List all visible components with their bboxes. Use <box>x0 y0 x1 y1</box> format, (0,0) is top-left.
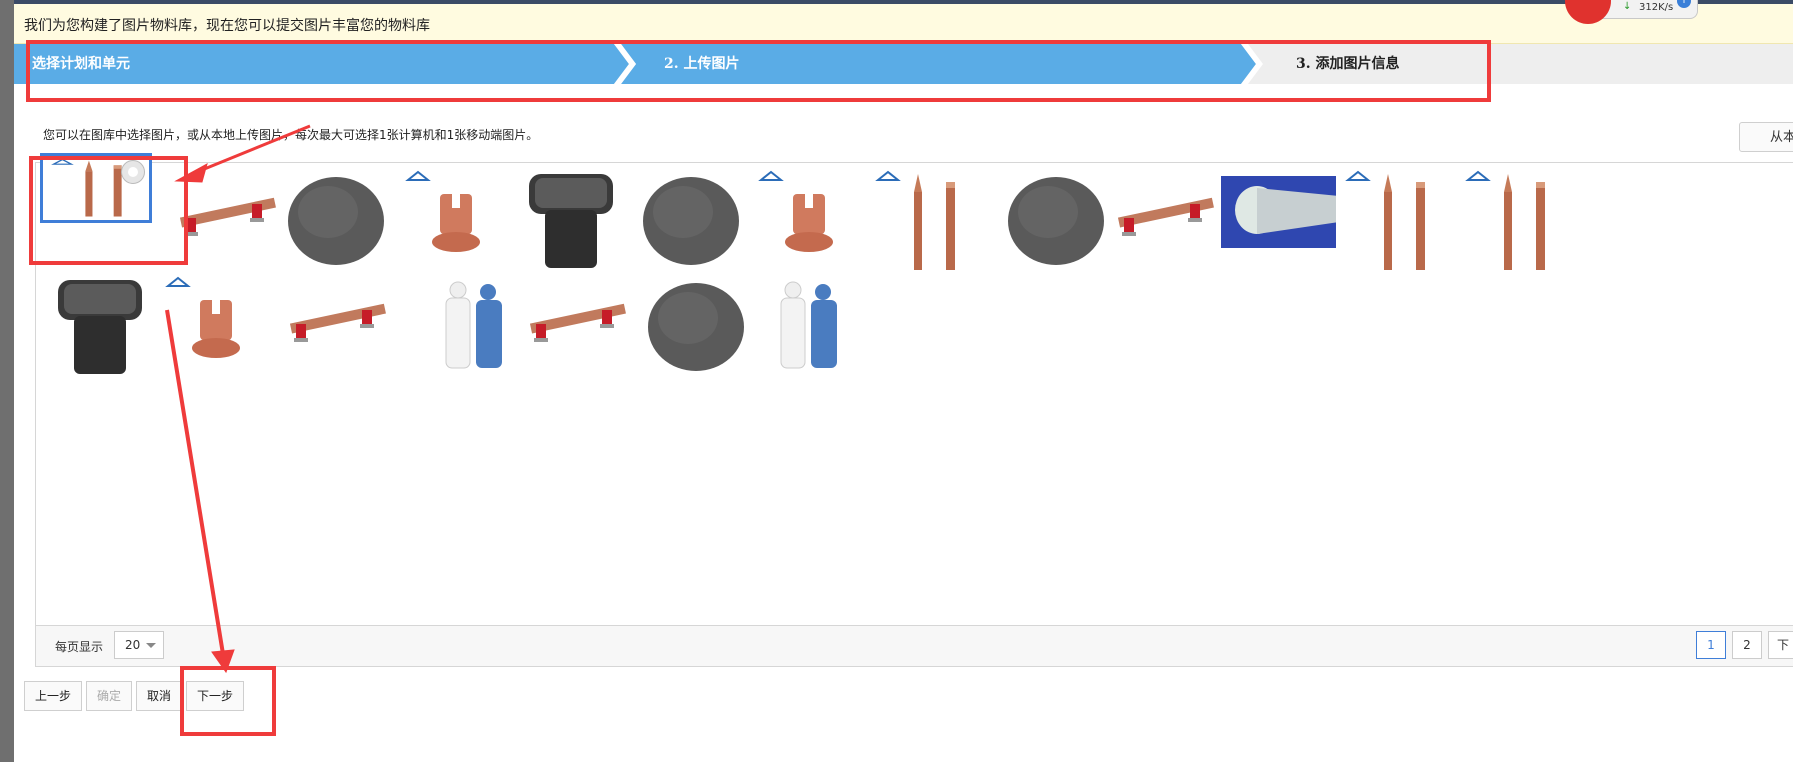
image-thumbnail <box>631 166 751 276</box>
image-thumbnail <box>156 272 276 382</box>
step-add-image-info[interactable]: 3. 添加图片信息 <box>1256 44 1793 84</box>
image-thumbnail <box>1336 166 1456 276</box>
gallery-image-copper-clamp[interactable] <box>749 166 869 276</box>
pager-bar: 每页显示 20 1 2 下 <box>35 625 1793 667</box>
window-left-strip <box>0 0 14 762</box>
prev-step-button[interactable]: 上一步 <box>24 681 82 711</box>
gallery-image-powder[interactable] <box>996 166 1116 276</box>
gallery-image-powder[interactable] <box>631 166 751 276</box>
image-thumbnail <box>1104 166 1224 276</box>
step-progress-bar: 选择计划和单元 2. 上传图片 3. 添加图片信息 <box>14 44 1793 84</box>
image-thumbnail <box>276 272 396 382</box>
instruction-text: 您可以在图库中选择图片，或从本地上传图片，每次最大可选择1张计算机和1张移动端图… <box>43 128 539 142</box>
image-thumbnail <box>749 272 869 382</box>
chevron-down-icon <box>146 643 156 648</box>
gallery-image-busbar[interactable] <box>166 166 286 276</box>
step-label: 3. 添加图片信息 <box>1296 56 1400 72</box>
image-thumbnail <box>516 272 636 382</box>
upload-local-button[interactable]: 从本 <box>1739 122 1793 152</box>
confirm-button[interactable]: 确定 <box>86 681 132 711</box>
gallery-image-cable[interactable] <box>1221 166 1341 276</box>
gallery-image-powder[interactable] <box>276 166 396 276</box>
gallery-image-busbar[interactable] <box>1104 166 1224 276</box>
image-thumbnail <box>396 166 516 276</box>
gallery-image-copper-rods[interactable] <box>1456 166 1576 276</box>
image-thumbnail <box>511 166 631 276</box>
selection-check-icon[interactable] <box>121 160 145 184</box>
gallery-image-copper-rods[interactable] <box>866 166 986 276</box>
image-thumbnail <box>996 166 1116 276</box>
gallery-image-copper-rods[interactable] <box>1336 166 1456 276</box>
gallery-image-copper-rods[interactable] <box>40 153 152 223</box>
next-step-button[interactable]: 下一步 <box>186 681 244 711</box>
gallery-image-workers[interactable] <box>749 272 869 382</box>
step-select-plan[interactable]: 选择计划和单元 <box>14 44 629 84</box>
download-arrow-icon: ↓ <box>1623 1 1632 12</box>
image-thumbnail <box>636 272 756 382</box>
image-thumbnail <box>40 272 160 382</box>
per-page-value: 20 <box>125 638 141 652</box>
gallery-image-copper-clamp[interactable] <box>396 166 516 276</box>
gallery-image-powder[interactable] <box>636 272 756 382</box>
step-label: 2. 上传图片 <box>664 56 740 72</box>
notice-bar: 我们为您构建了图片物料库，现在您可以提交图片丰富您的物料库 <box>14 4 1793 44</box>
page-button-1[interactable]: 1 <box>1696 631 1726 659</box>
page-button-next[interactable]: 下 <box>1768 631 1793 659</box>
page-button-2[interactable]: 2 <box>1732 631 1762 659</box>
notice-text: 我们为您构建了图片物料库，现在您可以提交图片丰富您的物料库 <box>24 18 430 34</box>
image-thumbnail <box>866 166 986 276</box>
info-badge-icon: i <box>1677 0 1691 8</box>
gallery-image-pit-box[interactable] <box>511 166 631 276</box>
network-speed-widget[interactable]: ↓ 312K/s i <box>1565 0 1698 24</box>
image-gallery <box>35 153 1793 627</box>
step-label: 选择计划和单元 <box>32 56 130 72</box>
step-upload-image[interactable]: 2. 上传图片 <box>621 44 1256 84</box>
gallery-image-busbar[interactable] <box>516 272 636 382</box>
image-thumbnail <box>749 166 869 276</box>
gallery-image-pit-box[interactable] <box>40 272 160 382</box>
image-thumbnail <box>1221 166 1341 276</box>
gallery-image-busbar[interactable] <box>276 272 396 382</box>
gallery-image-copper-clamp[interactable] <box>156 272 276 382</box>
per-page-select[interactable]: 20 <box>114 631 164 659</box>
per-page-label: 每页显示 <box>55 640 104 654</box>
cancel-button[interactable]: 取消 <box>136 681 182 711</box>
image-thumbnail <box>276 166 396 276</box>
image-thumbnail <box>1456 166 1576 276</box>
network-speed-text: 312K/s <box>1639 2 1674 13</box>
image-thumbnail <box>166 166 286 276</box>
